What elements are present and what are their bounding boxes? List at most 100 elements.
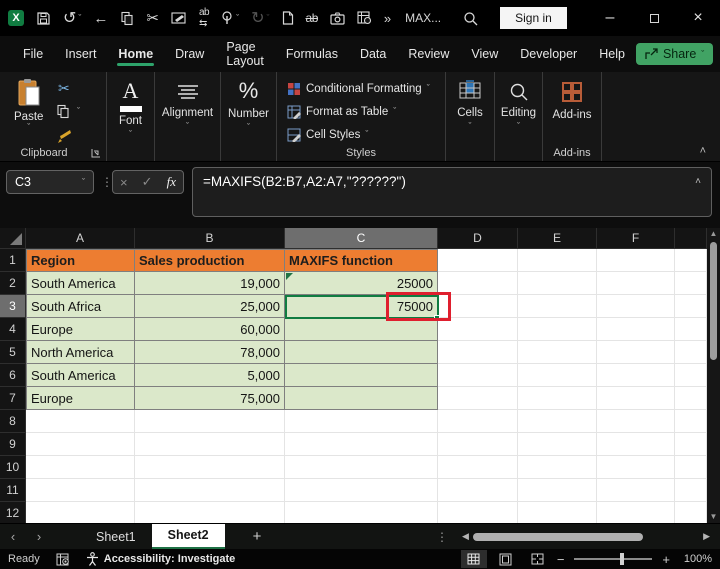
cell[interactable]	[675, 387, 707, 410]
row-header-1[interactable]: 1	[0, 249, 26, 272]
undo-icon[interactable]: ↺ˇ	[63, 8, 81, 28]
cell[interactable]	[438, 295, 518, 318]
tab-draw[interactable]: Draw	[164, 39, 215, 70]
row-header-3[interactable]: 3	[0, 295, 26, 318]
cell[interactable]	[135, 456, 285, 479]
sheet-tab-sheet2[interactable]: Sheet2	[152, 524, 225, 550]
scroll-down-icon[interactable]: ▼	[710, 511, 718, 523]
cell-b4[interactable]: 60,000	[135, 318, 285, 341]
sheet-tab-sheet1[interactable]: Sheet1	[80, 524, 152, 550]
next-sheet-icon[interactable]: ›	[26, 529, 52, 544]
camera-icon[interactable]	[330, 12, 345, 25]
search-icon[interactable]	[463, 11, 478, 26]
cell[interactable]	[597, 249, 675, 272]
fill-handle[interactable]	[434, 315, 440, 321]
cell[interactable]	[135, 410, 285, 433]
cell[interactable]	[675, 364, 707, 387]
alignment-group[interactable]: Alignment ˇ	[155, 72, 221, 161]
share-button[interactable]: Shareˇ	[636, 43, 713, 65]
cell[interactable]	[285, 502, 438, 525]
col-header-a[interactable]: A	[26, 228, 135, 249]
cell[interactable]	[675, 295, 707, 318]
cell[interactable]	[438, 341, 518, 364]
cell-c3[interactable]: 75000	[285, 295, 438, 318]
tab-file[interactable]: File	[12, 39, 54, 70]
cut-button[interactable]: ✂	[58, 80, 70, 98]
row-header-10[interactable]: 10	[0, 456, 26, 479]
cell[interactable]	[518, 318, 597, 341]
row-header-2[interactable]: 2	[0, 272, 26, 295]
name-box-chevron-icon[interactable]: ˇ	[82, 178, 85, 187]
number-group[interactable]: % Number ˇ	[221, 72, 277, 161]
cell[interactable]	[518, 295, 597, 318]
cell[interactable]	[438, 502, 518, 525]
copy-icon[interactable]	[120, 11, 134, 26]
cell[interactable]	[285, 433, 438, 456]
editing-group[interactable]: Editing ˇ	[495, 72, 543, 161]
save-icon[interactable]	[36, 11, 51, 26]
insert-function-icon[interactable]: fx	[167, 174, 176, 190]
horizontal-scroll-thumb[interactable]	[473, 533, 643, 541]
tab-formulas[interactable]: Formulas	[275, 39, 349, 70]
col-header-c[interactable]: C	[285, 228, 438, 249]
cell[interactable]	[135, 433, 285, 456]
row-header-5[interactable]: 5	[0, 341, 26, 364]
select-all-button[interactable]	[0, 228, 26, 249]
cell[interactable]	[438, 364, 518, 387]
cell[interactable]	[597, 410, 675, 433]
cell[interactable]	[438, 387, 518, 410]
draft-icon[interactable]	[171, 11, 187, 25]
cell-c2[interactable]: 25000	[285, 272, 438, 295]
cell-c5[interactable]	[285, 341, 438, 364]
tab-home[interactable]: Home	[107, 39, 164, 70]
cell-c4[interactable]	[285, 318, 438, 341]
add-sheet-button[interactable]: +	[253, 528, 262, 545]
cells-group[interactable]: Cells ˇ	[446, 72, 495, 161]
cell-b3[interactable]: 25,000	[135, 295, 285, 318]
cell[interactable]	[518, 479, 597, 502]
cell[interactable]	[438, 410, 518, 433]
cell[interactable]	[597, 479, 675, 502]
row-header-4[interactable]: 4	[0, 318, 26, 341]
cell[interactable]	[135, 502, 285, 525]
row-header-6[interactable]: 6	[0, 364, 26, 387]
paste-button[interactable]: Paste ˇ	[14, 78, 43, 132]
cell[interactable]	[675, 272, 707, 295]
cell[interactable]	[597, 341, 675, 364]
cell-b6[interactable]: 5,000	[135, 364, 285, 387]
scroll-up-icon[interactable]: ▲	[710, 228, 718, 240]
cell[interactable]	[597, 387, 675, 410]
row-header-9[interactable]: 9	[0, 433, 26, 456]
cell[interactable]	[518, 502, 597, 525]
cell[interactable]	[597, 295, 675, 318]
cut-icon[interactable]: ✂	[146, 9, 159, 27]
cell[interactable]	[26, 456, 135, 479]
cell[interactable]	[675, 410, 707, 433]
cell[interactable]	[518, 387, 597, 410]
cell[interactable]	[597, 364, 675, 387]
tab-help[interactable]: Help	[588, 39, 636, 70]
cell[interactable]	[438, 433, 518, 456]
page-break-preview-button[interactable]	[525, 550, 551, 568]
formula-bar-collapse-icon[interactable]: ˄	[695, 176, 701, 187]
cell[interactable]	[26, 433, 135, 456]
cell[interactable]	[518, 410, 597, 433]
cell[interactable]	[675, 249, 707, 272]
sheet-options-icon[interactable]: ⋮	[426, 530, 458, 544]
zoom-in-icon[interactable]: +	[662, 552, 670, 567]
tab-data[interactable]: Data	[349, 39, 397, 70]
prev-sheet-icon[interactable]: ‹	[0, 529, 26, 544]
qat-overflow[interactable]: »	[384, 11, 391, 26]
font-group[interactable]: A Font ˇ	[107, 72, 155, 161]
touch-mode-icon[interactable]: ˇ	[221, 11, 239, 25]
cell[interactable]	[675, 456, 707, 479]
cell[interactable]	[135, 479, 285, 502]
cell[interactable]	[285, 479, 438, 502]
cell[interactable]	[518, 249, 597, 272]
row-header-12[interactable]: 12	[0, 502, 26, 525]
tab-review[interactable]: Review	[397, 39, 460, 70]
cell[interactable]	[285, 456, 438, 479]
cell[interactable]	[518, 433, 597, 456]
cell[interactable]	[675, 341, 707, 364]
cell[interactable]	[438, 456, 518, 479]
